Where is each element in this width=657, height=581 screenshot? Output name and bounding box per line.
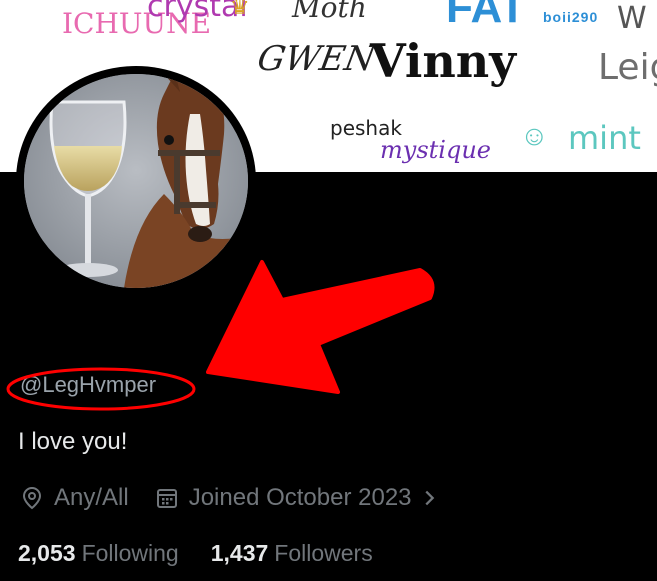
banner-signature-mystique: mystique bbox=[380, 136, 491, 164]
calendar-icon bbox=[156, 489, 177, 508]
profile-location: Any/All bbox=[54, 484, 129, 511]
profile-bio: I love you! bbox=[18, 428, 128, 455]
followers-link[interactable]: 1,437 Followers bbox=[211, 540, 373, 567]
profile-handle: @LegHvmper bbox=[20, 372, 157, 397]
follow-stats: 2,053 Following 1,437 Followers bbox=[18, 540, 373, 567]
banner-signature-gwen: GWEN bbox=[254, 39, 379, 79]
banner-signature-w: W bbox=[617, 1, 647, 36]
banner-signature-boii: boii290 bbox=[543, 9, 599, 25]
profile-meta: Any/All Joined October 2023 bbox=[20, 484, 440, 512]
followers-count: 1,437 bbox=[210, 540, 269, 566]
cat-face-emoji: 🐱 bbox=[21, 324, 61, 366]
location-pin-icon bbox=[22, 486, 42, 510]
profile-joined-date: Joined October 2023 bbox=[188, 484, 412, 511]
horse-with-wine-glass-image bbox=[24, 74, 248, 288]
avatar[interactable] bbox=[24, 74, 248, 288]
following-link[interactable]: 2,053 Following bbox=[18, 540, 179, 567]
seal-doodle-icon: ☺ bbox=[520, 120, 549, 151]
banner-signature-mint: mint bbox=[568, 119, 641, 157]
banner-signature-fat: FAT bbox=[446, 0, 526, 32]
chevron-right-icon[interactable] bbox=[418, 487, 440, 509]
banner-signature-leig: Leig bbox=[598, 47, 657, 88]
red-arrow-annotation bbox=[206, 260, 435, 394]
following-count: 2,053 bbox=[18, 540, 76, 566]
following-label: Following bbox=[81, 540, 179, 566]
banner-signature-moth: Moth bbox=[292, 0, 367, 24]
banner-signature-vinny: Vinny bbox=[370, 34, 516, 88]
followers-label: Followers bbox=[274, 540, 373, 566]
banner-signature-peshak: peshak bbox=[330, 116, 402, 140]
crown-doodle-icon: ♛ bbox=[230, 0, 250, 19]
